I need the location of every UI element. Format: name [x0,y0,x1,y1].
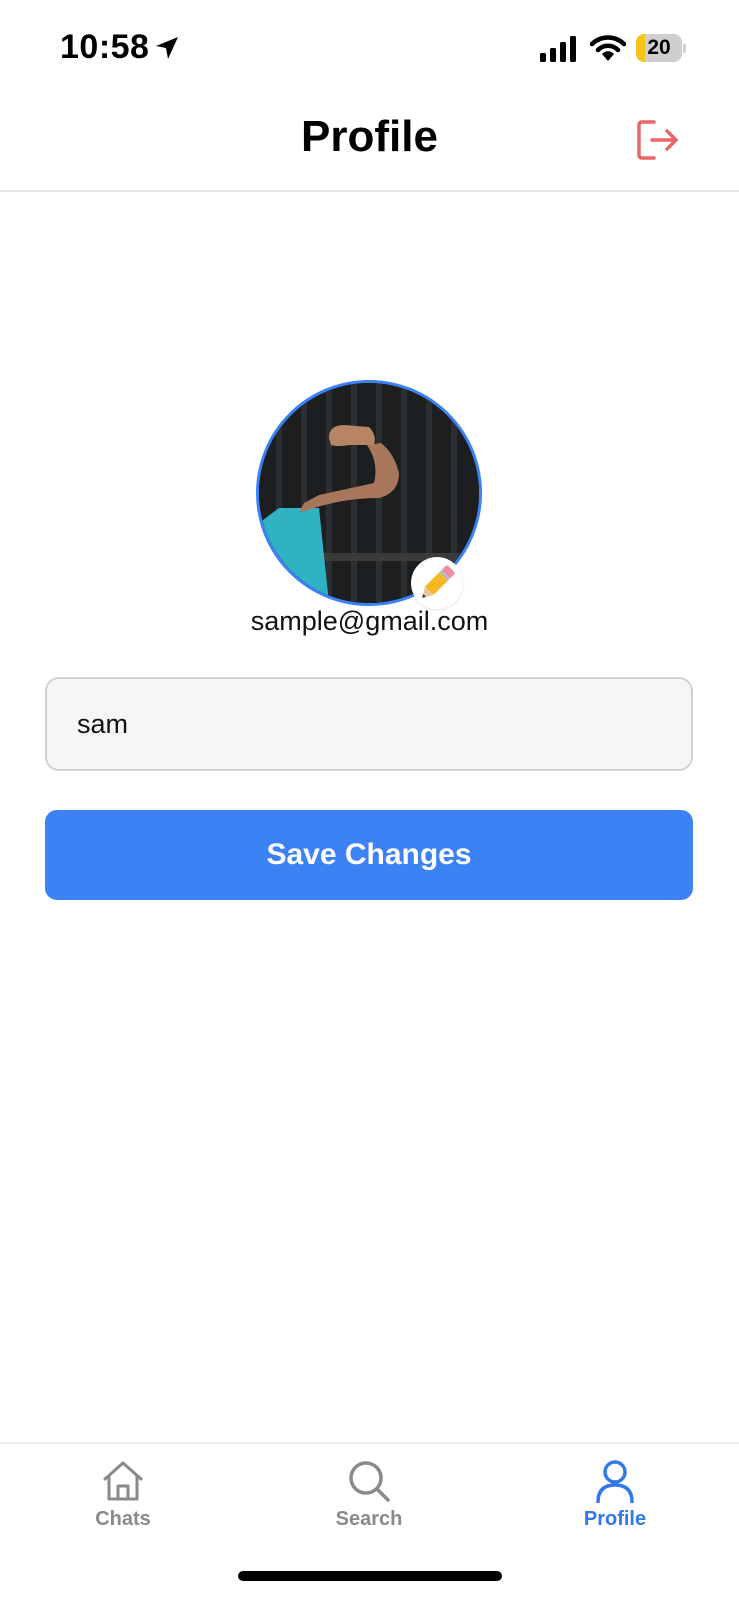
tab-profile-label: Profile [583,1508,647,1530]
tab-search-label: Search [335,1508,403,1530]
person-icon [596,1460,634,1503]
search-icon [349,1461,390,1502]
tab-profile[interactable]: Profile [492,1444,738,1556]
battery-icon: 20 [636,34,686,62]
signal-icon [540,36,576,62]
tab-search[interactable]: Search [246,1444,492,1556]
battery-level: 20 [647,36,671,59]
page-title: Profile [301,112,438,161]
pencil-icon [422,565,455,598]
logout-button[interactable] [634,116,682,164]
edit-avatar-button[interactable] [411,557,463,609]
tab-chats[interactable]: Chats [0,1444,246,1556]
header: Profile [0,96,739,192]
logout-icon [637,120,678,160]
status-bar: 10:58 20 [0,0,739,96]
save-changes-button[interactable]: Save Changes [45,810,693,900]
status-time: 10:58 [60,28,150,66]
name-input[interactable] [45,677,693,771]
location-arrow-icon [156,37,178,59]
avatar-container [256,380,482,609]
tab-chats-label: Chats [95,1508,151,1530]
email-text: sample@gmail.com [250,606,489,636]
home-icon [103,1461,143,1501]
home-indicator [238,1571,502,1581]
wifi-icon [590,35,626,61]
